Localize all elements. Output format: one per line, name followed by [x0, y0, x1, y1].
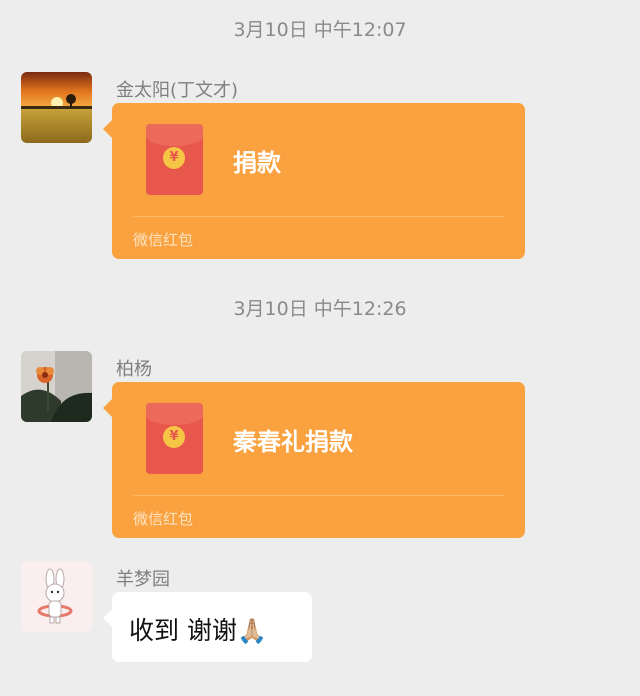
sunset-field-avatar-icon [21, 72, 92, 143]
red-packet-divider [133, 216, 504, 217]
coin-icon: ¥ [163, 147, 185, 169]
avatar-flower[interactable] [21, 351, 92, 422]
sender-name-1: 金太阳(丁文才) [116, 80, 239, 101]
red-envelope-icon: ¥ [146, 403, 203, 474]
red-packet-divider [133, 495, 504, 496]
sender-name-3: 羊梦园 [116, 569, 170, 590]
timestamp-2: 3月10日 中午12:26 [233, 298, 407, 320]
avatar-bunny[interactable] [21, 561, 92, 632]
sender-name-2: 柏杨 [116, 359, 152, 380]
red-envelope-icon: ¥ [146, 124, 203, 195]
red-packet-1[interactable]: ¥ 捐款 微信红包 [103, 103, 525, 259]
bunny-cartoon-avatar-icon [21, 561, 92, 632]
avatar-sunset[interactable] [21, 72, 92, 143]
message-text: 收到 谢谢 [129, 616, 237, 645]
message-text-row: 收到 谢谢🙏🏼 [129, 611, 267, 647]
pray-emoji-icon: 🙏🏼 [236, 617, 267, 645]
red-packet-title: 秦春礼捐款 [233, 428, 353, 456]
coin-icon: ¥ [163, 426, 185, 448]
timestamp-1: 3月10日 中午12:07 [233, 19, 407, 41]
flower-avatar-icon [21, 351, 92, 422]
red-packet-footer: 微信红包 [133, 510, 194, 528]
red-packet-2[interactable]: ¥ 秦春礼捐款 微信红包 [103, 382, 525, 538]
message-bubble[interactable]: 收到 谢谢🙏🏼 [103, 592, 312, 662]
red-packet-title: 捐款 [233, 149, 281, 177]
red-packet-footer: 微信红包 [133, 231, 194, 249]
